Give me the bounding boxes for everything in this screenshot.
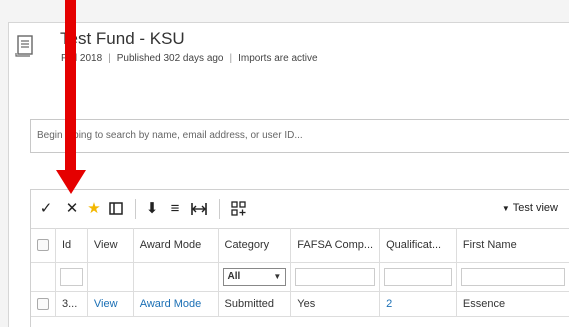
award-grid: ✓ ✕ ★ ⬇ ≡ ▼ Test view Id View Award Mode…	[30, 189, 569, 327]
view-link-text[interactable]: View	[94, 298, 118, 310]
fund-meta: Fall 2018 | Published 302 days ago | Imports…	[61, 53, 318, 64]
cell-fafsa: Yes	[290, 291, 381, 317]
filter-first-name[interactable]	[456, 262, 569, 292]
column-header-fafsa[interactable]: FAFSA Comp...	[290, 228, 381, 263]
grid-toolbar: ✓ ✕ ★ ⬇ ≡ ▼ Test view	[31, 190, 569, 229]
list-icon[interactable]: ≡	[168, 200, 182, 218]
download-icon[interactable]: ⬇	[145, 200, 159, 218]
document-icon	[15, 35, 33, 57]
check-icon[interactable]: ✓	[39, 200, 53, 218]
filter-qualification[interactable]	[379, 262, 457, 292]
filter-fafsa[interactable]	[290, 262, 381, 292]
filter-award-mode	[133, 262, 219, 292]
column-header-first-name[interactable]: First Name	[456, 228, 569, 263]
qualification-link[interactable]: 2	[379, 291, 457, 317]
table-header-row: Id View Award Mode Category FAFSA Comp..…	[31, 228, 569, 263]
cell-id: 3...	[55, 291, 88, 317]
annotation-arrow	[65, 0, 76, 174]
toolbar-divider	[219, 199, 220, 219]
column-header-qualification[interactable]: Qualificat...	[379, 228, 457, 263]
filter-spacer	[31, 262, 56, 292]
column-header-id[interactable]: Id	[55, 228, 88, 263]
cell-first-name: Essence	[456, 291, 569, 317]
category-filter-value: All	[227, 271, 241, 282]
award-mode-link-text[interactable]: Award Mode	[140, 298, 202, 310]
row-checkbox[interactable]	[31, 291, 56, 317]
table-row[interactable]: 3... View Award Mode Submitted Yes 2 Ess…	[31, 291, 569, 317]
column-header-award-mode[interactable]: Award Mode	[133, 228, 219, 263]
expand-icon[interactable]	[191, 200, 207, 218]
view-selector[interactable]: ▼ Test view	[502, 202, 558, 214]
award-table: Id View Award Mode Category FAFSA Comp..…	[31, 228, 569, 317]
category-filter-select[interactable]: All ▼	[218, 262, 292, 292]
cell-category: Submitted	[218, 291, 292, 317]
search-input[interactable]: Begin typing to search by name, email ad…	[30, 119, 569, 153]
column-header-view[interactable]: View	[87, 228, 134, 263]
columns-icon[interactable]	[109, 200, 123, 218]
filter-row: All ▼	[31, 262, 569, 292]
star-icon[interactable]: ★	[87, 200, 101, 218]
view-link[interactable]: View	[87, 291, 134, 317]
caret-down-icon: ▼	[501, 204, 510, 213]
close-icon[interactable]: ✕	[65, 200, 79, 218]
dropdown-arrow-icon: ▼	[273, 272, 282, 281]
add-grid-icon[interactable]	[231, 200, 247, 218]
published-label: Published 302 days ago	[116, 53, 224, 64]
filter-view	[87, 262, 134, 292]
column-header-category[interactable]: Category	[218, 228, 292, 263]
view-label: Test view	[512, 202, 558, 214]
select-all-checkbox[interactable]	[31, 228, 56, 263]
filter-id[interactable]	[55, 262, 88, 292]
award-mode-link[interactable]: Award Mode	[133, 291, 219, 317]
toolbar-divider	[135, 199, 136, 219]
imports-status: Imports are active	[238, 53, 318, 64]
qualification-link-text[interactable]: 2	[386, 298, 392, 310]
annotation-arrow-head	[56, 170, 86, 194]
page-title: Test Fund - KSU	[60, 29, 185, 48]
